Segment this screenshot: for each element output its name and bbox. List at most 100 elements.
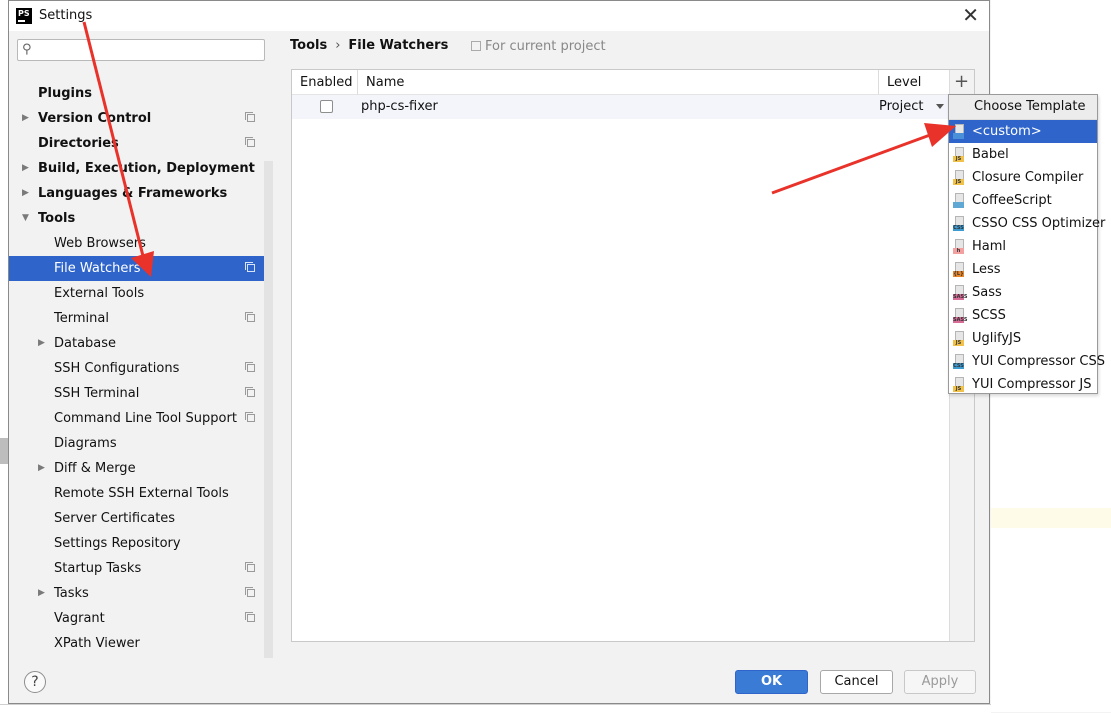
scope-note-text: For current project	[485, 39, 606, 54]
cancel-button[interactable]: Cancel	[820, 670, 893, 694]
sidebar-item[interactable]: Directories	[9, 131, 273, 156]
sidebar-item[interactable]: Vagrant	[9, 606, 273, 631]
sidebar-item-label: Vagrant	[54, 611, 105, 626]
sidebar-item[interactable]: ▶ Build, Execution, Deployment	[9, 156, 273, 181]
template-item-label: Closure Compiler	[972, 170, 1084, 185]
sass-file-icon: SASS	[953, 285, 967, 300]
project-level-icon	[245, 137, 255, 147]
template-item-label: Haml	[972, 239, 1007, 254]
template-item[interactable]: JS Babel	[949, 143, 1097, 166]
template-item[interactable]: JS UglifyJS	[949, 327, 1097, 350]
project-level-icon	[245, 562, 255, 572]
sidebar-item-label: External Tools	[54, 286, 145, 301]
template-item[interactable]: h Haml	[949, 235, 1097, 258]
close-icon[interactable]: ✕	[962, 4, 979, 26]
sidebar-item[interactable]: SSH Terminal	[9, 381, 273, 406]
sidebar-item-label: Settings Repository	[54, 536, 181, 551]
column-header-name[interactable]: Name	[358, 70, 879, 95]
collapsed-arrow-icon[interactable]: ▶	[38, 456, 45, 481]
sidebar-item[interactable]: Web Browsers	[9, 231, 273, 256]
scope-note: For current project	[471, 39, 606, 54]
template-item-label: CSSO CSS Optimizer	[972, 216, 1106, 231]
apply-button[interactable]: Apply	[904, 670, 976, 694]
watcher-level[interactable]: Project	[879, 95, 923, 119]
ok-button[interactable]: OK	[735, 670, 808, 694]
project-level-icon	[245, 387, 255, 397]
level-dropdown-arrow-icon[interactable]	[936, 104, 944, 109]
js-file-icon: JS	[953, 331, 966, 346]
sidebar-item[interactable]: Settings Repository	[9, 531, 273, 556]
breadcrumb-parent[interactable]: Tools	[290, 38, 327, 53]
sidebar-item[interactable]: ▶ Version Control	[9, 106, 273, 131]
sidebar-item[interactable]: Remote SSH External Tools	[9, 481, 273, 506]
column-header-enabled[interactable]: Enabled	[292, 70, 358, 95]
sidebar-item[interactable]: ▶ Diff & Merge	[9, 456, 273, 481]
column-header-level[interactable]: Level	[879, 70, 949, 95]
less-file-icon: {L}	[953, 262, 966, 277]
sidebar-item[interactable]: ▶ Languages & Frameworks	[9, 181, 273, 206]
sidebar-item[interactable]: ▶ Database	[9, 331, 273, 356]
add-watcher-button[interactable]: +	[954, 72, 969, 92]
template-item[interactable]: CSS YUI Compressor CSS	[949, 350, 1105, 373]
template-item[interactable]: JS Closure Compiler	[949, 166, 1097, 189]
settings-tree: Plugins ▶ Version Control Directories ▶ Build…	[9, 81, 273, 656]
sidebar-item[interactable]: Terminal	[9, 306, 273, 331]
background-left-strip	[0, 0, 8, 712]
project-level-icon	[245, 112, 255, 122]
collapsed-arrow-icon[interactable]: ▶	[22, 181, 29, 206]
sidebar-item[interactable]: Diagrams	[9, 431, 273, 456]
haml-file-icon: h	[953, 239, 966, 254]
collapsed-arrow-icon[interactable]: ▶	[22, 106, 29, 131]
expanded-arrow-icon[interactable]: ▼	[22, 206, 29, 231]
sidebar-item-label: Database	[54, 336, 117, 351]
sidebar-item[interactable]: Startup Tasks	[9, 556, 273, 581]
template-item[interactable]: {L} Less	[949, 258, 1097, 281]
enabled-checkbox[interactable]	[320, 100, 333, 113]
custom-file-icon	[953, 124, 966, 139]
template-item-label: <custom>	[972, 124, 1042, 139]
collapsed-arrow-icon[interactable]: ▶	[22, 156, 29, 181]
template-item[interactable]: SASS Sass	[949, 281, 1097, 304]
sidebar-item-label: Diff & Merge	[54, 461, 136, 476]
sidebar-item-label: File Watchers	[54, 261, 141, 276]
help-button[interactable]: ?	[24, 671, 46, 693]
project-level-icon	[245, 312, 255, 322]
template-item-label: YUI Compressor JS	[972, 377, 1092, 392]
sidebar-item[interactable]: Server Certificates	[9, 506, 273, 531]
title-bar: PS Settings ✕	[9, 1, 989, 31]
sidebar-item[interactable]: Command Line Tool Support	[9, 406, 273, 431]
template-item[interactable]: <custom>	[949, 120, 1097, 143]
settings-search-input[interactable]: ⚲	[17, 39, 265, 61]
sidebar-item-label: Build, Execution, Deployment	[38, 161, 255, 176]
sidebar-item[interactable]: SSH Configurations	[9, 356, 273, 381]
template-item[interactable]: JS YUI Compressor JS	[949, 373, 1097, 396]
template-item[interactable]: CoffeeScript	[949, 189, 1097, 212]
sidebar-scrollbar[interactable]	[264, 161, 273, 658]
background-editor-highlight	[991, 508, 1111, 528]
template-item-label: Sass	[972, 285, 1002, 300]
sidebar-item-label: Command Line Tool Support	[54, 411, 237, 426]
background-left-marker	[0, 438, 8, 464]
sidebar-item-label: Terminal	[54, 311, 109, 326]
table-row[interactable]: php-cs-fixer Project	[292, 95, 949, 119]
project-scope-icon	[471, 40, 481, 51]
sidebar-item[interactable]: XPath Viewer	[9, 631, 273, 656]
template-item[interactable]: SASS SCSS	[949, 304, 1097, 327]
sidebar-item-label: Web Browsers	[54, 236, 146, 251]
sidebar-item[interactable]: File Watchers	[9, 256, 273, 281]
phpstorm-app-icon: PS	[16, 8, 32, 24]
js-file-icon: JS	[953, 147, 966, 162]
sidebar-item[interactable]: ▶ Tasks	[9, 581, 273, 606]
project-level-icon	[245, 262, 255, 272]
sidebar-item-label: Tasks	[54, 586, 89, 601]
sidebar-item[interactable]: External Tools	[9, 281, 273, 306]
collapsed-arrow-icon[interactable]: ▶	[38, 331, 45, 356]
sidebar-item-label: XPath Viewer	[54, 636, 140, 651]
sidebar-item[interactable]: Plugins	[9, 81, 273, 106]
sidebar-item[interactable]: ▼ Tools	[9, 206, 273, 231]
project-level-icon	[245, 612, 255, 622]
project-level-icon	[245, 412, 255, 422]
coffeescript-file-icon	[953, 193, 966, 208]
collapsed-arrow-icon[interactable]: ▶	[38, 581, 45, 606]
template-item[interactable]: CSS CSSO CSS Optimizer	[949, 212, 1105, 235]
